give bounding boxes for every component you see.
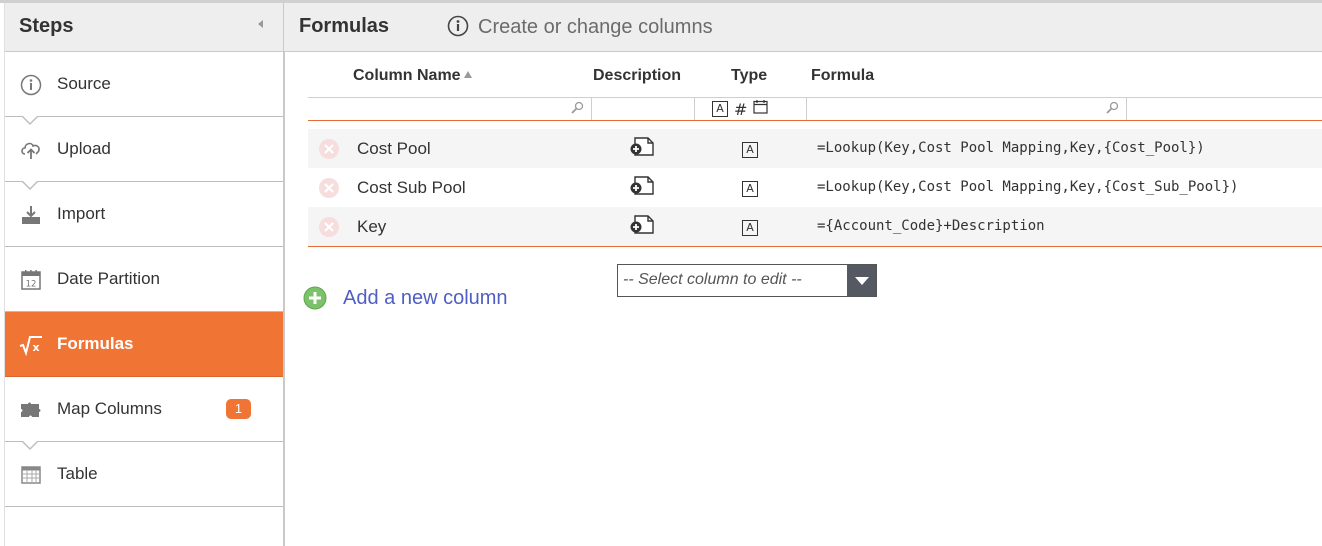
formula-cell: =Lookup(Key,Cost Pool Mapping,Key,{Cost_… — [817, 179, 1239, 195]
formula-cell: =Lookup(Key,Cost Pool Mapping,Key,{Cost_… — [817, 140, 1205, 156]
chevron-down-icon — [855, 277, 869, 285]
select-column-dropdown[interactable]: -- Select column to edit -- — [617, 264, 877, 297]
cloud-upload-icon — [19, 138, 43, 162]
delete-row-icon[interactable] — [318, 177, 340, 199]
formula-filter-search-icon[interactable] — [1105, 101, 1119, 115]
text-type-filter-icon[interactable]: A — [712, 101, 728, 117]
sidebar-title: Steps — [19, 15, 74, 37]
delete-row-icon[interactable] — [318, 138, 340, 160]
step-source[interactable]: Source — [5, 52, 283, 125]
grid-bottom-border — [308, 246, 1322, 247]
svg-text:12: 12 — [26, 280, 37, 290]
step-import[interactable]: Import — [5, 182, 283, 247]
step-formulas-label: Formulas — [57, 334, 134, 353]
filter-separator — [591, 98, 592, 120]
add-plus-icon — [303, 286, 327, 310]
grid-header-row: Column Name Description Type Formula — [308, 67, 1322, 97]
step-import-label: Import — [57, 204, 106, 223]
step-date-partition-label: Date Partition — [57, 269, 160, 288]
number-type-filter-icon[interactable]: # — [734, 100, 747, 119]
step-source-label: Source — [57, 74, 111, 93]
column-name-header[interactable]: Column Name — [353, 67, 472, 85]
app-window: Steps Source Upload Import 12 Date Parti… — [0, 0, 1322, 546]
svg-text:x: x — [32, 341, 39, 354]
step-date-partition[interactable]: 12 Date Partition — [5, 247, 283, 312]
sidebar-header: Steps — [5, 3, 283, 52]
main-header: Formulas Create or change columns — [284, 3, 1322, 52]
step-notch — [22, 441, 38, 450]
column-name-cell: Key — [357, 217, 387, 236]
collapse-sidebar-icon[interactable] — [258, 20, 263, 28]
text-type-icon: A — [742, 218, 758, 236]
step-notch — [22, 116, 38, 125]
step-notch — [22, 181, 38, 190]
filter-separator — [806, 98, 807, 120]
delete-row-icon[interactable] — [318, 216, 340, 238]
formula-header: Formula — [811, 67, 875, 84]
text-type-icon: A — [742, 140, 758, 158]
grid-filter-row: A # — [308, 97, 1322, 121]
step-table[interactable]: Table — [5, 442, 283, 507]
dropdown-toggle[interactable] — [847, 265, 876, 296]
page-title: Formulas — [299, 15, 390, 37]
page-subtitle: Create or change columns — [478, 16, 713, 38]
filter-separator — [694, 98, 695, 120]
add-column-label: Add a new column — [343, 286, 508, 309]
map-columns-count-badge: 1 — [226, 399, 251, 419]
type-filter: A # — [712, 99, 769, 119]
text-type-icon: A — [742, 179, 758, 197]
steps-sidebar: Steps Source Upload Import 12 Date Parti… — [4, 3, 285, 546]
import-tray-icon — [19, 203, 43, 227]
column-name-cell: Cost Pool — [357, 139, 431, 158]
formula-cell: ={Account_Code}+Description — [817, 218, 1045, 234]
select-column-placeholder: -- Select column to edit -- — [623, 271, 802, 288]
column-name-cell: Cost Sub Pool — [357, 178, 466, 197]
step-upload-label: Upload — [57, 139, 111, 158]
calendar-icon: 12 — [19, 268, 43, 292]
grid-body: Cost Pool A =Lookup(Key,Cost Pool Mappin… — [308, 129, 1322, 246]
filter-separator — [1126, 98, 1127, 120]
info-icon — [19, 73, 43, 97]
date-type-filter-icon[interactable] — [753, 99, 769, 119]
info-icon[interactable] — [447, 15, 469, 37]
sort-ascending-icon — [463, 71, 472, 78]
add-column-button[interactable]: Add a new column — [303, 286, 508, 310]
puzzle-icon — [19, 398, 43, 422]
type-header: Type — [731, 67, 768, 84]
formulas-panel: Formulas Create or change columns Column… — [284, 3, 1322, 546]
description-header: Description — [593, 67, 682, 84]
columns-grid: Column Name Description Type Formula A #… — [308, 67, 1322, 247]
step-upload[interactable]: Upload — [5, 117, 283, 190]
step-map-columns-label: Map Columns — [57, 399, 162, 418]
table-row[interactable]: Cost Sub Pool A =Lookup(Key,Cost Pool Ma… — [308, 168, 1322, 207]
step-map-columns[interactable]: Map Columns 1 — [5, 377, 283, 450]
column-name-header-label: Column Name — [353, 67, 461, 84]
step-table-label: Table — [57, 464, 98, 483]
add-description-icon[interactable] — [628, 214, 656, 236]
add-description-icon[interactable] — [628, 136, 656, 158]
table-row[interactable]: Cost Pool A =Lookup(Key,Cost Pool Mappin… — [308, 129, 1322, 168]
table-row[interactable]: Key A ={Account_Code}+Description — [308, 207, 1322, 246]
table-grid-icon — [19, 463, 43, 487]
square-root-icon: x — [19, 333, 43, 357]
add-description-icon[interactable] — [628, 175, 656, 197]
step-formulas[interactable]: x Formulas — [5, 312, 283, 377]
name-filter-search-icon[interactable] — [570, 101, 584, 115]
